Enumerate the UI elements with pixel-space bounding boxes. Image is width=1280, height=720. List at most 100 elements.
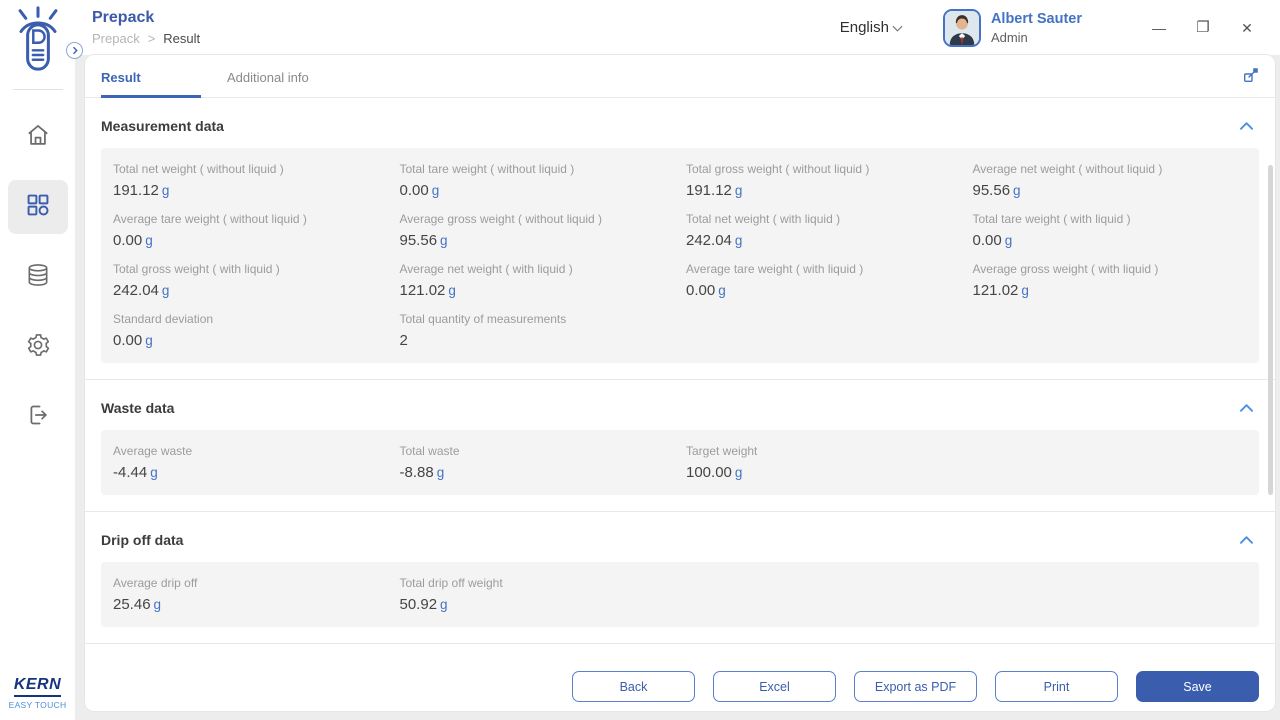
field-label: Average net weight ( without liquid ): [972, 162, 1163, 176]
field-value: 100.00 g: [686, 464, 743, 481]
export-as-pdf-button[interactable]: Export as PDF: [854, 671, 977, 702]
section-measurement-data: Measurement data Total net weight ( witho…: [85, 98, 1275, 363]
field-label: Total waste: [399, 444, 460, 458]
field-average-drip-off: Average drip off 25.46 g: [113, 576, 400, 613]
unit-label: g: [440, 597, 448, 612]
field-average-gross-weight-with-liquid: Average gross weight ( with liquid ) 121.…: [973, 262, 1260, 299]
field-value: 0.00 g: [113, 332, 153, 349]
section-drip-off-data: Drip off data Average drip off 25.46 g Total…: [85, 511, 1275, 627]
unit-label: g: [145, 333, 153, 348]
field-total-waste: Total waste -8.88 g: [400, 444, 687, 481]
data-panel: Total net weight ( without liquid ) 191.1…: [101, 148, 1259, 363]
sidebar-item-apps[interactable]: [7, 180, 68, 234]
field-value: 0.00 g: [686, 282, 726, 299]
field-value: 121.02 g: [972, 282, 1029, 299]
unit-label: g: [431, 183, 440, 198]
field-label: Total net weight ( without liquid ): [113, 162, 284, 176]
chevron-up-icon[interactable]: [1234, 115, 1259, 137]
sidebar: KERN EASY TOUCH: [0, 0, 83, 720]
action-bar: Back Excel Export as PDF Print Save: [85, 666, 1275, 711]
sidebar-item-settings[interactable]: [8, 320, 68, 374]
unit-label: g: [734, 233, 743, 248]
unit-label: g: [150, 465, 158, 480]
unit-label: g: [145, 233, 153, 248]
sidebar-item-home[interactable]: [8, 110, 68, 164]
field-label: Average tare weight ( without liquid ): [113, 212, 307, 226]
field-value: -4.44 g: [113, 464, 158, 481]
unit-label: g: [153, 597, 162, 612]
field-value: 242.04 g: [686, 232, 743, 249]
field-value: 2: [399, 332, 408, 349]
field-standard-deviation: Standard deviation 0.00 g: [113, 312, 400, 349]
field-label: Total tare weight ( without liquid ): [399, 162, 575, 176]
field-value: 50.92 g: [399, 596, 448, 613]
result-content: Measurement data Total net weight ( witho…: [85, 98, 1275, 666]
sidebar-item-logout[interactable]: [8, 390, 68, 444]
close-icon[interactable]: ✕: [1238, 21, 1256, 35]
minimize-icon[interactable]: —: [1150, 21, 1168, 35]
sidebar-divider: [12, 89, 63, 90]
field-total-net-weight-without-liquid: Total net weight ( without liquid ) 191.1…: [113, 162, 400, 199]
window-controls: — ❐ ✕: [1150, 20, 1256, 35]
section-waste-data: Waste data Average waste -4.44 g Total waste…: [85, 379, 1275, 495]
content-card-wrap: Result Additional info Measurement data T…: [75, 55, 1280, 720]
field-total-gross-weight-without-liquid: Total gross weight ( without liquid ) 191…: [686, 162, 973, 199]
header: Prepack Prepack > Result English Albert …: [75, 0, 1280, 55]
fullscreen-expand-icon[interactable]: [1243, 66, 1260, 88]
home-icon: [25, 122, 51, 153]
title-block: Prepack Prepack > Result: [92, 9, 200, 46]
print-button[interactable]: Print: [995, 671, 1118, 702]
user-role: Admin: [990, 29, 1028, 45]
unit-label: g: [448, 283, 456, 298]
vertical-scrollbar[interactable]: [1268, 165, 1273, 495]
breadcrumb-current: Result: [163, 31, 201, 46]
excel-button[interactable]: Excel: [713, 671, 836, 702]
gear-icon: [25, 332, 51, 363]
language-selector[interactable]: English: [840, 19, 903, 36]
section-title: Drip off data: [101, 532, 184, 548]
field-average-net-weight-without-liquid: Average net weight ( without liquid ) 95.…: [973, 162, 1260, 199]
field-label: Total gross weight ( without liquid ): [686, 162, 870, 176]
sidebar-item-database[interactable]: [8, 250, 68, 304]
tab-bar: Result Additional info: [85, 55, 1275, 98]
app-window: KERN EASY TOUCH Prepack Prepack > Result…: [0, 0, 1280, 720]
tab-result[interactable]: Result: [101, 55, 201, 98]
maximize-icon[interactable]: ❐: [1194, 20, 1212, 35]
breadcrumb-parent[interactable]: Prepack: [92, 31, 140, 46]
field-label: Total drip off weight: [399, 576, 503, 590]
field-label: Average waste: [113, 444, 193, 458]
field-average-waste: Average waste -4.44 g: [113, 444, 400, 481]
back-button[interactable]: Back: [572, 671, 695, 702]
tab-additional-info[interactable]: Additional info: [227, 55, 309, 97]
field-total-quantity-of-measurements: Total quantity of measurements 2: [400, 312, 687, 349]
field-average-tare-weight-with-liquid: Average tare weight ( with liquid ) 0.00 g: [686, 262, 973, 299]
brand-name: KERN: [13, 676, 62, 697]
field-average-gross-weight-without-liquid: Average gross weight ( without liquid ) 9…: [400, 212, 687, 249]
language-label: English: [839, 19, 889, 36]
sidebar-expand-button[interactable]: [66, 42, 83, 59]
app-logo-touch-icon: [12, 6, 64, 77]
save-button[interactable]: Save: [1136, 671, 1259, 702]
field-label: Total tare weight ( with liquid ): [972, 212, 1131, 226]
data-panel: Average drip off 25.46 g Total drip off wei…: [101, 562, 1259, 627]
user-name: Albert Sauter: [990, 10, 1082, 27]
field-value: 0.00 g: [972, 232, 1013, 249]
chevron-up-icon[interactable]: [1234, 397, 1259, 419]
chevron-right-icon: [71, 42, 79, 60]
main-area: Prepack Prepack > Result English Albert …: [75, 0, 1280, 720]
user-menu[interactable]: Albert Sauter Admin: [942, 8, 1082, 47]
section-title: Measurement data: [101, 118, 224, 134]
field-average-tare-weight-without-liquid: Average tare weight ( without liquid ) 0.…: [113, 212, 400, 249]
field-value: 242.04 g: [113, 282, 170, 299]
unit-label: g: [440, 233, 448, 248]
unit-label: g: [1013, 183, 1021, 198]
field-value: 121.02 g: [399, 282, 456, 299]
kern-brand-logo: KERN EASY TOUCH: [9, 676, 67, 710]
unit-label: g: [161, 183, 170, 198]
chevron-up-icon[interactable]: [1234, 529, 1259, 551]
unit-label: g: [1004, 233, 1013, 248]
field-label: Average net weight ( with liquid ): [399, 262, 573, 276]
unit-label: g: [718, 283, 726, 298]
field-label: Average gross weight ( without liquid ): [399, 212, 603, 226]
logout-icon: [25, 402, 51, 433]
